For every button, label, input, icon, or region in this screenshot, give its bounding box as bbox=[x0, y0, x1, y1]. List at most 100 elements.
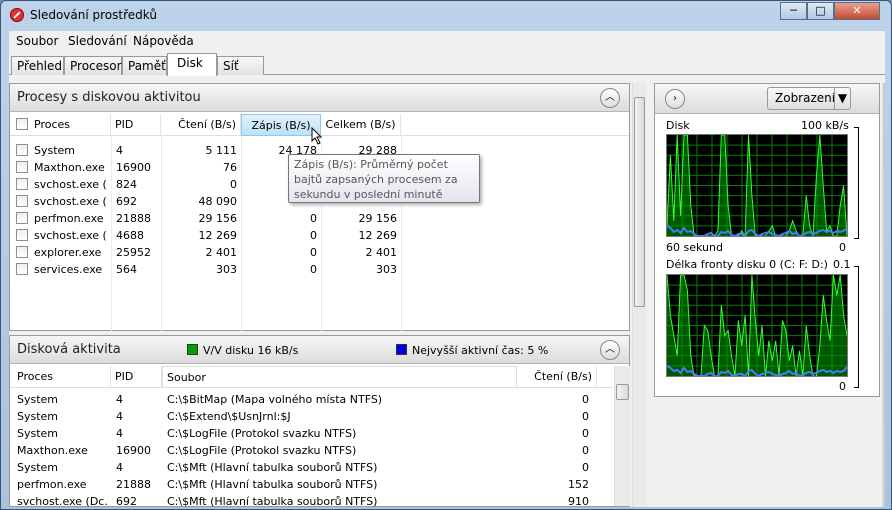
table-row[interactable]: svchost.exe (Dc... 692 C:\$Mft (Hlavní tab… bbox=[10, 493, 613, 510]
tab-sit[interactable]: Síť bbox=[217, 56, 264, 75]
table-row[interactable]: explorer.exe 25952 2 401 0 2 401 bbox=[10, 244, 629, 261]
table-row[interactable]: svchost.exe (... 4688 12 269 0 12 269 bbox=[10, 227, 629, 244]
cell-pid: 4 bbox=[116, 144, 123, 157]
cell-pid: 4 bbox=[116, 427, 123, 440]
cell-proces: services.exe bbox=[34, 263, 103, 276]
collapse-up-icon[interactable]: ︿ bbox=[600, 88, 620, 108]
column-cteni[interactable]: Čtení (B/s) bbox=[161, 114, 241, 136]
cell-zapis: 0 bbox=[310, 263, 317, 276]
cell-cteni: 0 bbox=[230, 178, 237, 191]
table-row[interactable]: perfmon.exe 21888 C:\$Mft (Hlavní tabulka … bbox=[10, 476, 613, 493]
column-pid[interactable]: PID bbox=[111, 114, 161, 136]
expand-right-icon[interactable]: › bbox=[665, 89, 685, 109]
disk-activity-section: Disková aktivita V/V disku 16 kB/s Nejvy… bbox=[9, 335, 630, 510]
graph2-min: 0 bbox=[839, 380, 846, 393]
minimize-button[interactable]: ─ bbox=[780, 2, 807, 20]
cell-soubor: C:\$LogFile (Protokol svazku NTFS) bbox=[167, 444, 357, 457]
dropdown-arrow-icon: ▼ bbox=[834, 88, 850, 109]
cell-pid: 564 bbox=[116, 263, 137, 276]
row-checkbox[interactable] bbox=[16, 144, 28, 156]
column-zapis[interactable]: Zápis (B/s) bbox=[241, 114, 321, 136]
menu-bar: Soubor Sledování Nápověda bbox=[9, 31, 885, 51]
graph-panel: › Zobrazení ▼ Disk 100 kB/s 60 sekund 0 … bbox=[654, 83, 880, 397]
cell-cteni: 0 bbox=[582, 393, 589, 406]
cell-pid: 21888 bbox=[116, 478, 151, 491]
cell-pid: 21888 bbox=[116, 212, 151, 225]
activity-scrollbar[interactable] bbox=[614, 366, 630, 506]
cell-proces: explorer.exe bbox=[34, 246, 102, 259]
row-checkbox[interactable] bbox=[16, 195, 28, 207]
section-header[interactable]: Procesy s diskovou aktivitou ︿ bbox=[10, 84, 629, 112]
column-celkem[interactable]: Celkem (B/s) bbox=[321, 114, 401, 136]
tab-pamet[interactable]: Paměť bbox=[122, 56, 167, 75]
cell-proces: svchost.exe (... bbox=[34, 195, 108, 208]
tab-disk[interactable]: Disk bbox=[167, 53, 217, 76]
cell-pid: 692 bbox=[116, 495, 137, 508]
cell-cteni: 29 156 bbox=[198, 212, 238, 225]
row-checkbox[interactable] bbox=[16, 263, 28, 275]
column-pid[interactable]: PID bbox=[111, 366, 162, 388]
section-header[interactable]: Disková aktivita V/V disku 16 kB/s Nejvy… bbox=[10, 336, 629, 364]
queue-length-graph bbox=[666, 274, 848, 377]
cell-cteni: 303 bbox=[216, 263, 237, 276]
cell-celkem: 303 bbox=[376, 263, 397, 276]
mouse-cursor-icon bbox=[311, 127, 323, 145]
menu-soubor[interactable]: Soubor bbox=[16, 34, 58, 48]
table-row[interactable]: System 4 C:\$BitMap (Mapa volného místa NT… bbox=[10, 391, 613, 408]
cell-cteni: 0 bbox=[582, 410, 589, 423]
column-soubor[interactable]: Soubor bbox=[162, 366, 517, 388]
main-scrollbar[interactable] bbox=[632, 83, 646, 507]
disk-processes-section: Procesy s diskovou aktivitou ︿ Proces PI… bbox=[9, 83, 630, 331]
view-button[interactable]: Zobrazení ▼ bbox=[767, 87, 851, 110]
graph1-time: 60 sekund bbox=[666, 241, 723, 254]
section-title: Procesy s diskovou aktivitou bbox=[17, 90, 201, 105]
cell-cteni: 12 269 bbox=[198, 229, 238, 242]
tab-bar: Přehled Procesor Paměť Disk Síť bbox=[9, 53, 885, 76]
cell-celkem: 2 401 bbox=[365, 246, 398, 259]
collapse-up-icon[interactable]: ︿ bbox=[600, 340, 620, 360]
cell-pid: 16900 bbox=[116, 161, 151, 174]
close-button[interactable]: ✕ bbox=[834, 2, 880, 20]
table-row[interactable]: System 4 C:\$Extend\$UsnJrnl:$J 0 bbox=[10, 408, 613, 425]
cell-zapis: 0 bbox=[310, 212, 317, 225]
cell-pid: 4 bbox=[116, 461, 123, 474]
cell-cteni: 0 bbox=[582, 444, 589, 457]
select-all-checkbox[interactable] bbox=[16, 118, 28, 130]
cell-pid: 824 bbox=[116, 178, 137, 191]
cell-cteni: 0 bbox=[582, 461, 589, 474]
cell-cteni: 5 111 bbox=[205, 144, 238, 157]
cell-celkem: 29 156 bbox=[358, 212, 398, 225]
maximize-button[interactable]: □ bbox=[807, 2, 834, 20]
menu-sledovani[interactable]: Sledování bbox=[68, 34, 127, 48]
table-row[interactable]: System 4 C:\$Mft (Hlavní tabulka souborů N… bbox=[10, 459, 613, 476]
cell-zapis: 0 bbox=[310, 229, 317, 242]
active-time-legend: Nejvyšší aktivní čas: 5 % bbox=[412, 344, 549, 357]
table-row[interactable]: System 4 C:\$LogFile (Protokol svazku NTFS… bbox=[10, 425, 613, 442]
row-checkbox[interactable] bbox=[16, 229, 28, 241]
column-proces[interactable]: Proces bbox=[10, 114, 111, 136]
cell-soubor: C:\$BitMap (Mapa volného místa NTFS) bbox=[167, 393, 383, 406]
table-row[interactable]: perfmon.exe 21888 29 156 0 29 156 bbox=[10, 210, 629, 227]
column-cteni[interactable]: Čtení (B/s) bbox=[517, 366, 597, 388]
cell-proces: svchost.exe (Dc... bbox=[17, 495, 109, 508]
row-checkbox[interactable] bbox=[16, 246, 28, 258]
column-proces[interactable]: Proces bbox=[10, 366, 111, 388]
tab-procesor[interactable]: Procesor bbox=[64, 56, 122, 75]
row-checkbox[interactable] bbox=[16, 212, 28, 224]
cell-soubor: C:\$Mft (Hlavní tabulka souborů NTFS) bbox=[167, 478, 378, 491]
row-checkbox[interactable] bbox=[16, 178, 28, 190]
table-row[interactable]: services.exe 564 303 0 303 bbox=[10, 261, 629, 278]
cell-proces: svchost.exe (... bbox=[34, 178, 108, 191]
table-row[interactable]: Maxthon.exe 16900 C:\$LogFile (Protokol sv… bbox=[10, 442, 613, 459]
cell-proces: perfmon.exe bbox=[34, 212, 104, 225]
cell-cteni: 48 090 bbox=[198, 195, 238, 208]
client-area: Soubor Sledování Nápověda Přehled Proces… bbox=[9, 31, 885, 510]
io-legend: V/V disku 16 kB/s bbox=[203, 344, 299, 357]
cell-cteni: 0 bbox=[582, 427, 589, 440]
cell-proces: System bbox=[34, 144, 76, 157]
view-button-label: Zobrazení bbox=[775, 91, 836, 105]
right-edge bbox=[882, 83, 885, 507]
row-checkbox[interactable] bbox=[16, 161, 28, 173]
tab-prehled[interactable]: Přehled bbox=[11, 56, 64, 75]
menu-napoveda[interactable]: Nápověda bbox=[133, 34, 194, 48]
